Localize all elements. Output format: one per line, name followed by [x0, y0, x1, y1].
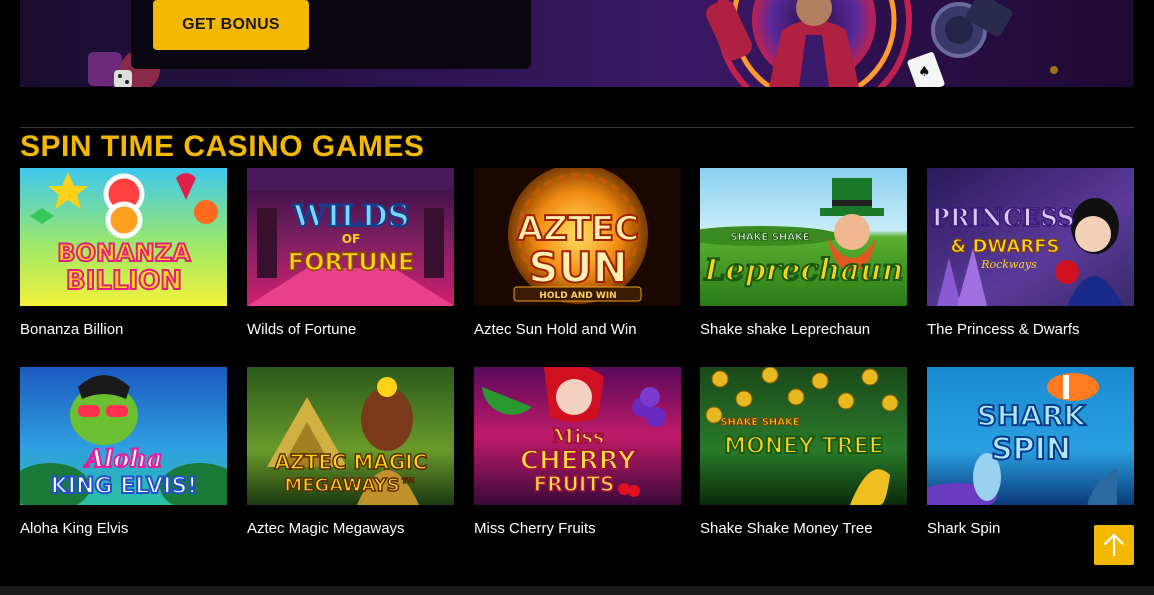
svg-text:SHARK: SHARK — [977, 399, 1087, 432]
game-card[interactable]: BONANZA BILLION Bonanza Billion — [20, 168, 227, 339]
game-title[interactable]: The Princess & Dwarfs — [927, 321, 1134, 339]
svg-text:SHAKE SHAKE: SHAKE SHAKE — [720, 417, 799, 428]
game-thumbnail[interactable]: PRINCESS & DWARFS Rockways — [927, 168, 1134, 306]
svg-text:MONEY TREE: MONEY TREE — [724, 434, 884, 459]
game-card[interactable]: WILDS OF FORTUNE Wilds of Fortune — [247, 168, 454, 339]
game-title[interactable]: Shake shake Leprechaun — [700, 321, 907, 339]
footer-bar — [0, 586, 1154, 595]
shark-spin-art-icon: SHARK SPIN — [927, 367, 1134, 505]
magician-artwork-icon: ♠ — [706, 0, 1058, 87]
aztec-magic-megaways-art-icon: AZTEC MAGIC MEGAWAYS™ — [247, 367, 454, 505]
svg-text:BILLION: BILLION — [66, 266, 182, 296]
game-card[interactable]: SHAKE SHAKE MONEY TREE Shake Shake Money… — [700, 367, 907, 538]
section-divider — [20, 127, 1134, 128]
svg-text:Aloha: Aloha — [84, 444, 163, 473]
game-thumbnail[interactable]: SHAKE SHAKE Leprechaun — [700, 168, 907, 306]
svg-text:Leprechaun: Leprechaun — [703, 253, 903, 288]
aztec-sun-art-icon: AZTEC SUN HOLD AND WIN — [474, 168, 681, 306]
scroll-to-top-button[interactable] — [1094, 525, 1134, 565]
game-title[interactable]: Wilds of Fortune — [247, 321, 454, 339]
game-thumbnail[interactable]: WILDS OF FORTUNE — [247, 168, 454, 306]
game-card[interactable]: SHARK SPIN Shark Spin — [927, 367, 1134, 538]
svg-text:♠: ♠ — [918, 64, 931, 80]
svg-text:SHAKE SHAKE: SHAKE SHAKE — [730, 232, 809, 243]
game-title[interactable]: Aloha King Elvis — [20, 520, 227, 538]
game-thumbnail[interactable]: AZTEC MAGIC MEGAWAYS™ — [247, 367, 454, 505]
game-card[interactable]: AZTEC SUN HOLD AND WIN Aztec Sun Hold an… — [474, 168, 681, 339]
svg-text:SPIN: SPIN — [991, 432, 1071, 467]
game-thumbnail[interactable]: AZTEC SUN HOLD AND WIN — [474, 168, 681, 306]
leprechaun-art-icon: SHAKE SHAKE Leprechaun — [700, 168, 907, 306]
game-thumbnail[interactable]: BONANZA BILLION — [20, 168, 227, 306]
game-thumbnail[interactable]: Aloha KING ELVIS! — [20, 367, 227, 505]
game-title[interactable]: Miss Cherry Fruits — [474, 520, 681, 538]
svg-text:FORTUNE: FORTUNE — [288, 248, 415, 276]
section-title: SPIN TIME CASINO GAMES — [20, 130, 425, 163]
svg-text:FRUITS: FRUITS — [534, 472, 615, 496]
game-card[interactable]: AZTEC MAGIC MEGAWAYS™ Aztec Magic Megawa… — [247, 367, 454, 538]
wilds-of-fortune-art-icon: WILDS OF FORTUNE — [247, 168, 454, 306]
svg-text:BONANZA: BONANZA — [57, 239, 191, 267]
get-bonus-button[interactable]: GET BONUS — [153, 0, 309, 50]
game-title[interactable]: Bonanza Billion — [20, 321, 227, 339]
money-tree-art-icon: SHAKE SHAKE MONEY TREE — [700, 367, 907, 505]
game-title[interactable]: Aztec Sun Hold and Win — [474, 321, 681, 339]
svg-text:KING ELVIS!: KING ELVIS! — [51, 474, 197, 499]
game-card[interactable]: Miss CHERRY FRUITS Miss Cherry Fruits — [474, 367, 681, 538]
miss-cherry-fruits-art-icon: Miss CHERRY FRUITS — [474, 367, 681, 505]
game-card[interactable]: PRINCESS & DWARFS Rockways The Princess … — [927, 168, 1134, 339]
svg-text:SUN: SUN — [528, 243, 628, 292]
svg-text:AZTEC MAGIC: AZTEC MAGIC — [275, 450, 428, 474]
svg-text:PRINCESS: PRINCESS — [932, 203, 1075, 232]
game-thumbnail[interactable]: Miss CHERRY FRUITS — [474, 367, 681, 505]
svg-text:& DWARFS: & DWARFS — [950, 236, 1059, 257]
arrow-up-icon — [1103, 533, 1125, 557]
svg-text:Rockways: Rockways — [980, 258, 1037, 271]
svg-text:Miss: Miss — [552, 424, 604, 448]
svg-text:HOLD AND WIN: HOLD AND WIN — [539, 291, 616, 301]
svg-text:MEGAWAYS™: MEGAWAYS™ — [284, 475, 417, 496]
aloha-king-elvis-art-icon: Aloha KING ELVIS! — [20, 367, 227, 505]
game-title[interactable]: Shake Shake Money Tree — [700, 520, 907, 538]
game-title[interactable]: Aztec Magic Megaways — [247, 520, 454, 538]
bonanza-billion-art-icon: BONANZA BILLION — [20, 168, 227, 306]
promo-banner: ♠ GET BONUS — [20, 0, 1134, 87]
princess-dwarfs-art-icon: PRINCESS & DWARFS Rockways — [927, 168, 1134, 306]
game-thumbnail[interactable]: SHARK SPIN — [927, 367, 1134, 505]
game-card[interactable]: SHAKE SHAKE Leprechaun Shake shake Lepre… — [700, 168, 907, 339]
game-card[interactable]: Aloha KING ELVIS! Aloha King Elvis — [20, 367, 227, 538]
game-thumbnail[interactable]: SHAKE SHAKE MONEY TREE — [700, 367, 907, 505]
svg-text:WILDS: WILDS — [292, 199, 410, 234]
svg-text:OF: OF — [342, 232, 360, 246]
